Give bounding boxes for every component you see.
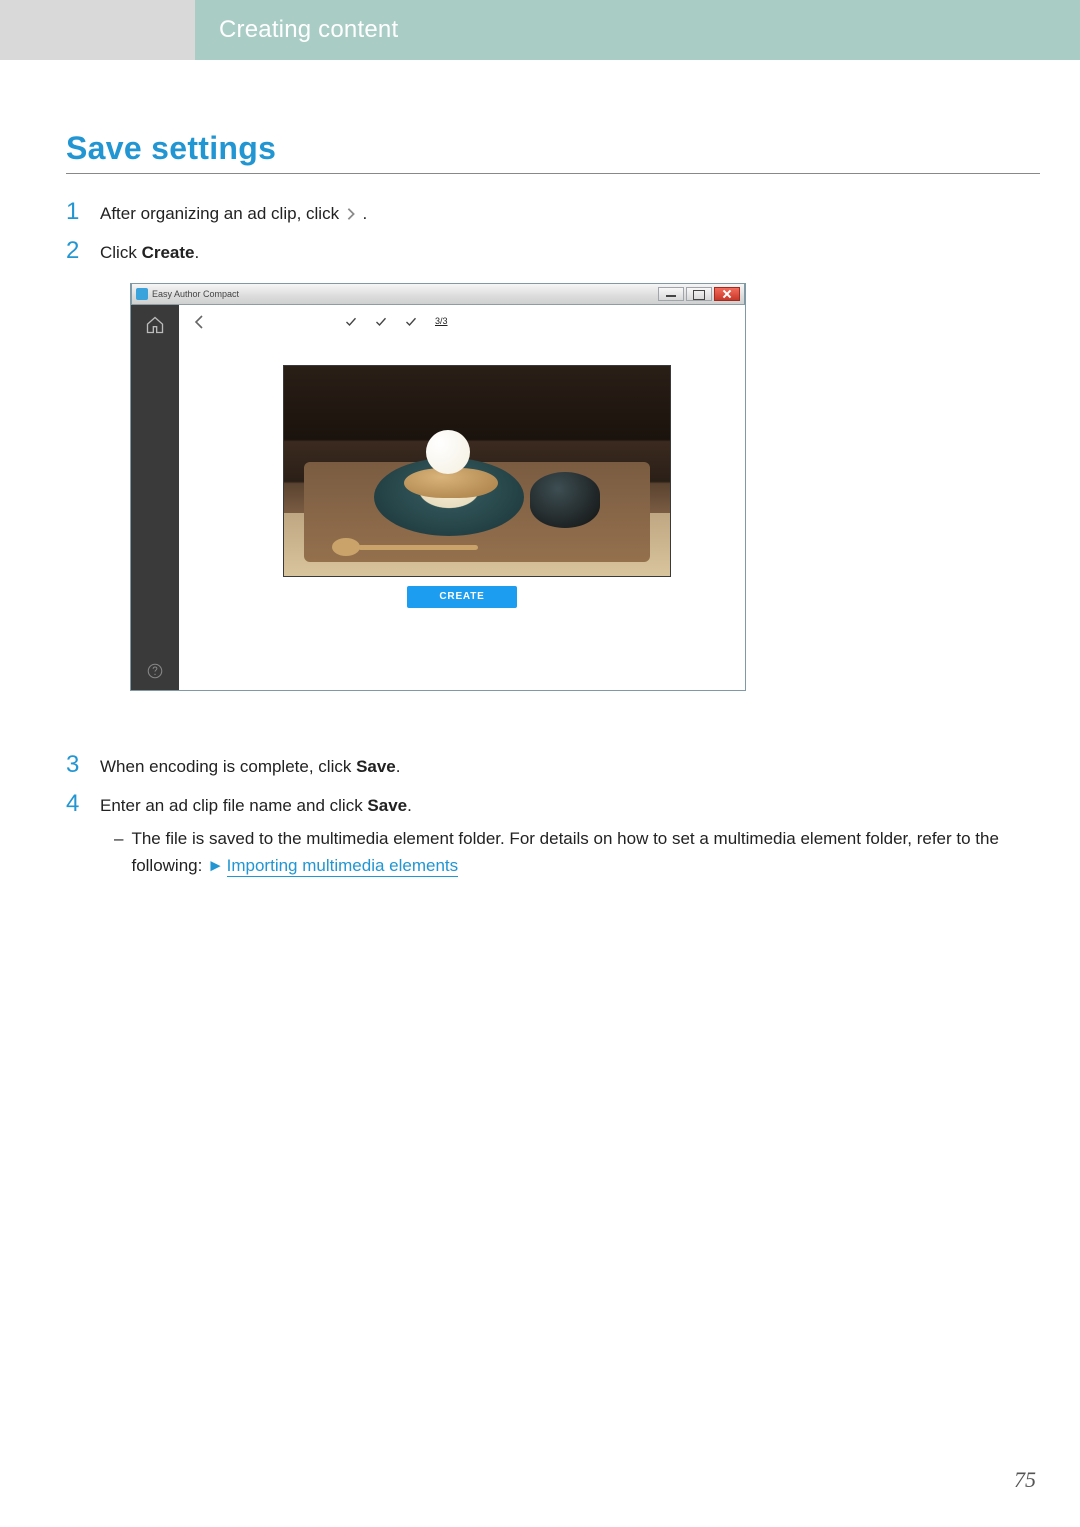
help-icon[interactable] bbox=[146, 662, 164, 680]
step-sublist: – The file is saved to the multimedia el… bbox=[100, 825, 1040, 879]
step-number: 1 bbox=[66, 200, 82, 227]
step-4: 4 Enter an ad clip file name and click S… bbox=[66, 792, 1040, 879]
window-titlebar: Easy Author Compact bbox=[131, 283, 745, 305]
step-number: 2 bbox=[66, 239, 82, 742]
home-icon[interactable] bbox=[145, 315, 165, 335]
step-number: 4 bbox=[66, 792, 82, 879]
bullet-dash: – bbox=[114, 825, 123, 879]
page-heading: Save settings bbox=[66, 130, 1040, 167]
importing-link[interactable]: Importing multimedia elements bbox=[227, 856, 458, 877]
page-content: Save settings 1 After organizing an ad c… bbox=[66, 130, 1040, 891]
step-body: After organizing an ad clip, click . bbox=[100, 200, 1040, 227]
step-sublist-item: – The file is saved to the multimedia el… bbox=[100, 825, 1040, 879]
header-tab: Creating content bbox=[195, 0, 1080, 60]
heading-rule bbox=[66, 173, 1040, 174]
step-number: 3 bbox=[66, 753, 82, 780]
minimize-button[interactable] bbox=[658, 287, 684, 301]
header-bar: Creating content bbox=[0, 0, 1080, 60]
app-screenshot: Easy Author Compact bbox=[130, 283, 746, 691]
preview-canvas bbox=[283, 365, 671, 577]
steps-list: 1 After organizing an ad clip, click . 2… bbox=[66, 200, 1040, 879]
step-bold: Save bbox=[367, 796, 407, 815]
next-icon bbox=[344, 207, 358, 221]
check-icon[interactable] bbox=[345, 316, 357, 328]
step-text-prefix: When encoding is complete, click bbox=[100, 757, 356, 776]
check-icon[interactable] bbox=[375, 316, 387, 328]
step-bold: Save bbox=[356, 757, 396, 776]
maximize-button[interactable] bbox=[686, 287, 712, 301]
sublist-text: The file is saved to the multimedia elem… bbox=[131, 825, 1040, 879]
step-text-after: . bbox=[363, 204, 368, 223]
page-number: 75 bbox=[1014, 1467, 1036, 1493]
check-icon[interactable] bbox=[405, 316, 417, 328]
step-text-prefix: Click bbox=[100, 243, 142, 262]
back-icon[interactable] bbox=[191, 314, 207, 330]
app-main: 3/3 bbox=[179, 305, 745, 690]
header-left-spacer bbox=[0, 0, 195, 60]
toolbar-tools: 3/3 bbox=[345, 315, 448, 329]
step-2: 2 Click Create. Easy Author Compact bbox=[66, 239, 1040, 742]
app-sidebar bbox=[131, 305, 179, 690]
step-1: 1 After organizing an ad clip, click . bbox=[66, 200, 1040, 227]
progress-label: 3/3 bbox=[435, 315, 448, 329]
step-body: Click Create. Easy Author Compact bbox=[100, 239, 1040, 742]
app-toolbar: 3/3 bbox=[179, 305, 745, 339]
step-text-suffix: . bbox=[396, 757, 401, 776]
window-buttons bbox=[658, 287, 740, 301]
step-body: Enter an ad clip file name and click Sav… bbox=[100, 792, 1040, 879]
close-button[interactable] bbox=[714, 287, 740, 301]
window-title: Easy Author Compact bbox=[152, 288, 239, 301]
app-icon bbox=[136, 288, 148, 300]
step-text-suffix: . bbox=[194, 243, 199, 262]
step-text-prefix: Enter an ad clip file name and click bbox=[100, 796, 367, 815]
step-bold: Create bbox=[142, 243, 195, 262]
link-arrow-icon: ► bbox=[207, 856, 224, 875]
header-tab-label: Creating content bbox=[219, 16, 398, 44]
step-body: When encoding is complete, click Save. bbox=[100, 753, 1040, 780]
preview-image bbox=[284, 366, 670, 576]
step-3: 3 When encoding is complete, click Save. bbox=[66, 753, 1040, 780]
create-button[interactable]: CREATE bbox=[407, 586, 517, 608]
step-text: After organizing an ad clip, click bbox=[100, 204, 344, 223]
step-text-suffix: . bbox=[407, 796, 412, 815]
window-body: 3/3 bbox=[131, 305, 745, 690]
